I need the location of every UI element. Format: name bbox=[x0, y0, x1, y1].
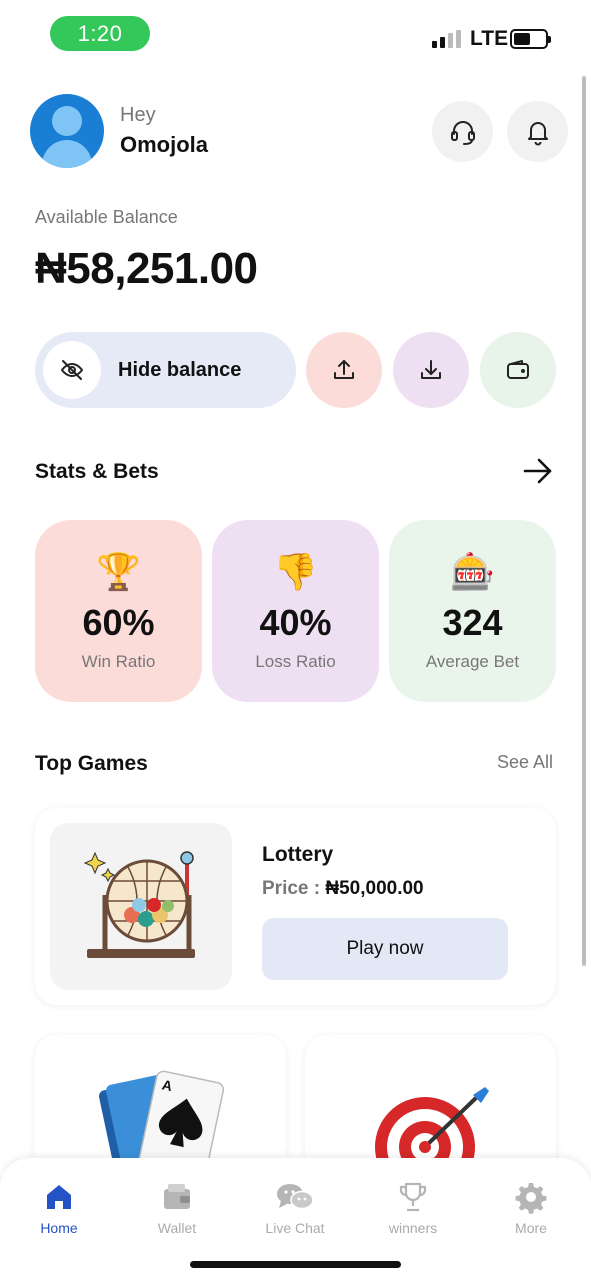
thumbs-down-icon: 👎 bbox=[273, 551, 318, 592]
network-label: LTE bbox=[470, 27, 509, 50]
signal-icon bbox=[432, 30, 461, 48]
game-price: Price : ₦50,000.00 bbox=[262, 878, 424, 900]
trophy-icon bbox=[399, 1182, 427, 1212]
game-name: Lottery bbox=[262, 843, 334, 866]
upload-icon bbox=[334, 360, 354, 379]
battery-icon bbox=[510, 29, 551, 49]
deposit-button[interactable] bbox=[393, 332, 469, 408]
stats-title: Stats & Bets bbox=[35, 460, 159, 483]
greeting-text: Hey bbox=[120, 104, 156, 126]
stat-value: 40% bbox=[259, 602, 332, 643]
price-amount: ₦50,000.00 bbox=[325, 878, 424, 899]
home-icon bbox=[47, 1185, 71, 1209]
balance-label: Available Balance bbox=[35, 207, 178, 227]
nav-home[interactable]: Home bbox=[9, 1180, 109, 1236]
price-label: Price : bbox=[262, 878, 326, 899]
withdraw-button[interactable] bbox=[306, 332, 382, 408]
nav-label: Wallet bbox=[157, 1220, 197, 1236]
eye-off-icon bbox=[43, 341, 101, 399]
nav-wallet[interactable]: Wallet bbox=[127, 1180, 227, 1236]
headset-icon bbox=[450, 120, 475, 145]
status-time: 1:20 bbox=[50, 16, 150, 51]
stat-value: 60% bbox=[82, 602, 155, 643]
status-bar: 1:20 LTE bbox=[0, 0, 591, 70]
balance-amount: ₦58,251.00 bbox=[35, 244, 258, 293]
nav-label: Home bbox=[40, 1220, 78, 1236]
trophy-icon: 🏆 bbox=[96, 551, 141, 592]
hide-balance-button[interactable]: Hide balance bbox=[35, 332, 296, 408]
play-now-button[interactable]: Play now bbox=[262, 918, 508, 980]
slot-machine-icon: 🎰 bbox=[450, 551, 495, 592]
top-games-title: Top Games bbox=[35, 752, 148, 775]
stat-label: Loss Ratio bbox=[255, 652, 336, 671]
stat-label: Average Bet bbox=[425, 652, 520, 671]
see-all-link[interactable]: See All bbox=[497, 752, 553, 773]
lottery-cage-icon bbox=[83, 851, 195, 958]
arrow-right-icon[interactable] bbox=[522, 457, 554, 485]
download-icon bbox=[421, 360, 441, 379]
nav-label: Live Chat bbox=[265, 1220, 325, 1236]
lottery-image bbox=[50, 823, 232, 990]
stat-value: 324 bbox=[442, 602, 503, 643]
hide-balance-label: Hide balance bbox=[118, 358, 242, 381]
win-ratio-card[interactable]: 🏆 60% Win Ratio bbox=[35, 520, 202, 702]
nav-label: More bbox=[515, 1220, 547, 1236]
notifications-button[interactable] bbox=[507, 101, 568, 162]
wallet-button[interactable] bbox=[480, 332, 556, 408]
lottery-game-card[interactable]: Lottery Price : ₦50,000.00 Play now bbox=[35, 808, 556, 1005]
scrollbar[interactable] bbox=[582, 76, 586, 966]
avatar[interactable] bbox=[30, 94, 104, 168]
average-bet-card[interactable]: 🎰 324 Average Bet bbox=[389, 520, 556, 702]
wallet-icon bbox=[164, 1184, 190, 1209]
nav-live-chat[interactable]: Live Chat bbox=[245, 1180, 345, 1236]
bell-icon bbox=[527, 121, 548, 145]
gear-icon bbox=[515, 1183, 547, 1214]
support-button[interactable] bbox=[432, 101, 493, 162]
nav-winners[interactable]: winners bbox=[363, 1180, 463, 1236]
stat-label: Win Ratio bbox=[81, 652, 156, 671]
nav-more[interactable]: More bbox=[481, 1180, 581, 1236]
chat-icon bbox=[277, 1184, 314, 1210]
nav-label: winners bbox=[388, 1220, 438, 1236]
loss-ratio-card[interactable]: 👎 40% Loss Ratio bbox=[212, 520, 379, 702]
home-indicator[interactable] bbox=[190, 1261, 401, 1268]
username: Omojola bbox=[120, 132, 209, 157]
wallet-icon bbox=[507, 360, 529, 379]
